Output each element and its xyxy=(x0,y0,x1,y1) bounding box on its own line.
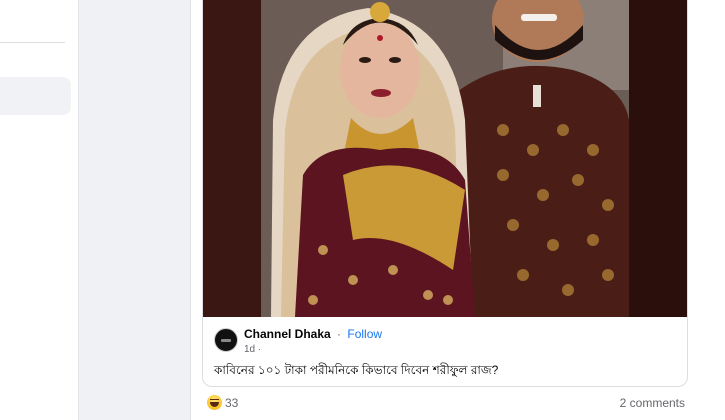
post-caption: কাবিনের ১০১ টাকা পরীমনিকে কিভাবে দিবেন শ… xyxy=(214,363,499,377)
reaction-count[interactable]: 33 xyxy=(225,396,238,410)
comments-count-link[interactable]: 2 comments xyxy=(620,396,685,410)
post-timestamp[interactable]: 1d · xyxy=(244,344,261,355)
separator-dot: · xyxy=(337,327,342,341)
post-photo[interactable] xyxy=(203,0,687,317)
sidebar-item-highlighted[interactable] xyxy=(0,77,71,115)
left-sidebar xyxy=(0,0,79,420)
globe-icon: · xyxy=(257,344,261,354)
follow-button[interactable]: Follow xyxy=(347,327,382,341)
page-name-link[interactable]: Channel Dhaka xyxy=(244,327,331,341)
shared-link-card[interactable]: Channel Dhaka · Follow 1d · কাবিনের ১০১ … xyxy=(202,0,688,387)
haha-reaction-icon[interactable] xyxy=(207,395,222,410)
feed-post: Channel Dhaka · Follow 1d · কাবিনের ১০১ … xyxy=(190,0,725,420)
post-time-text[interactable]: 1d xyxy=(244,344,255,355)
sidebar-divider xyxy=(0,42,65,43)
page-avatar[interactable] xyxy=(214,328,238,352)
page-name-line: Channel Dhaka · Follow xyxy=(244,327,382,341)
wedding-photo-image xyxy=(203,0,687,317)
post-footer: 33 2 comments xyxy=(207,395,685,411)
